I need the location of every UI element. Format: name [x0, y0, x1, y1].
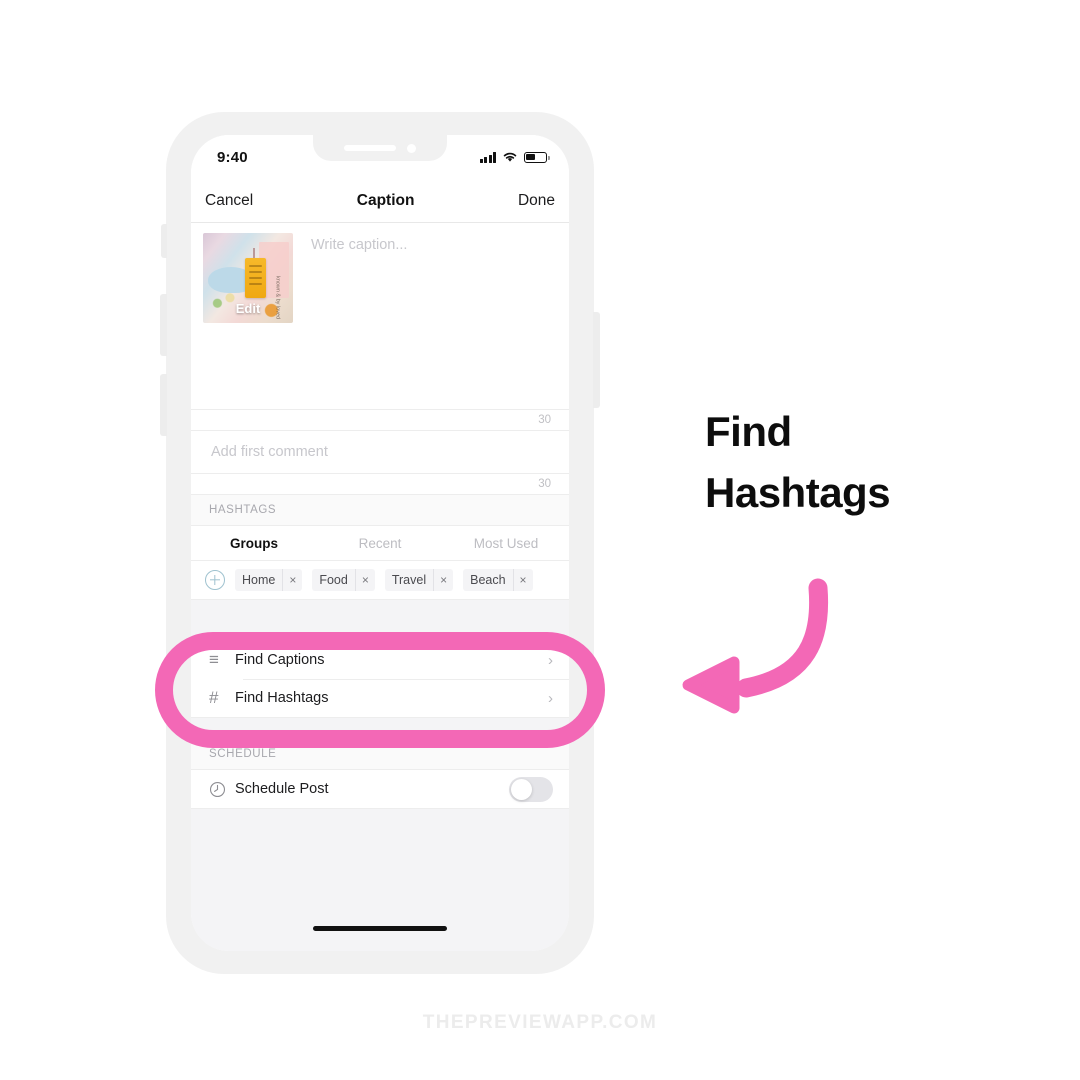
find-hashtags-label: Find Hashtags	[235, 690, 329, 706]
tab-most-used[interactable]: Most Used	[443, 536, 569, 551]
post-thumbnail[interactable]: known & by loved Edit	[203, 233, 293, 323]
schedule-post-toggle[interactable]	[509, 776, 553, 802]
caption-input[interactable]: Write caption...	[293, 233, 557, 409]
chevron-right-icon: ›	[548, 689, 553, 707]
phone-screen: 9:40 Cancel Caption Done known & by love…	[191, 135, 569, 951]
caption-char-counter: 30	[191, 409, 569, 431]
hashtags-section-label: HASHTAGS	[191, 495, 569, 525]
close-icon[interactable]: ×	[282, 569, 302, 591]
signal-bars-icon	[479, 151, 496, 163]
close-icon[interactable]: ×	[433, 569, 453, 591]
find-captions-label: Find Captions	[235, 652, 325, 668]
schedule-post-label: Schedule Post	[235, 781, 329, 797]
front-camera-icon	[407, 143, 416, 153]
chip-travel[interactable]: Travel ×	[384, 569, 454, 591]
chip-home[interactable]: Home ×	[235, 569, 303, 591]
hashtag-tabs: Groups Recent Most Used	[191, 525, 569, 561]
poster-canvas: 9:40 Cancel Caption Done known & by love…	[0, 0, 1080, 1080]
caption-section: known & by loved Edit Write caption...	[191, 223, 569, 409]
plus-circle-icon[interactable]	[205, 570, 225, 590]
phone-mute-switch	[161, 224, 167, 258]
chip-food[interactable]: Food ×	[312, 569, 375, 591]
battery-icon	[524, 151, 550, 163]
watermark: THEPREVIEWAPP.COM	[422, 1012, 658, 1033]
schedule-section-label: SCHEDULE	[191, 739, 569, 769]
chip-beach[interactable]: Beach ×	[463, 569, 533, 591]
status-icons	[479, 151, 550, 163]
tab-groups[interactable]: Groups	[191, 536, 317, 551]
done-button[interactable]: Done	[518, 192, 555, 210]
hash-icon: #	[209, 688, 219, 707]
hashtag-group-chips: Home × Food × Travel × Beach ×	[191, 561, 569, 599]
navigation-bar: Cancel Caption Done	[191, 179, 569, 223]
chip-label: Home	[242, 573, 276, 587]
schedule-post-row[interactable]: Schedule Post	[191, 769, 569, 809]
clock-icon	[209, 781, 235, 798]
first-comment-input[interactable]: Add first comment	[191, 431, 569, 473]
lines-icon: ≡	[209, 650, 219, 669]
section-spacer	[191, 599, 569, 641]
find-captions-row[interactable]: ≡ Find Captions ›	[191, 641, 569, 679]
close-icon[interactable]: ×	[354, 569, 375, 591]
phone-volume-up-button	[160, 294, 167, 356]
phone-power-button	[593, 312, 600, 408]
phone-notch	[313, 135, 447, 161]
chip-label: Food	[319, 573, 348, 587]
curved-arrow-left-icon	[682, 578, 829, 714]
tab-recent[interactable]: Recent	[317, 536, 443, 551]
chip-label: Beach	[470, 573, 506, 587]
earpiece-speaker-icon	[344, 145, 396, 151]
chip-label: Travel	[391, 573, 427, 587]
chevron-right-icon: ›	[548, 651, 553, 669]
close-icon[interactable]: ×	[512, 569, 533, 591]
phone-mockup-frame: 9:40 Cancel Caption Done known & by love…	[160, 112, 600, 974]
page-title: Caption	[356, 191, 415, 209]
section-spacer	[191, 717, 569, 739]
headline-line-1: Find	[705, 408, 792, 455]
headline-line-2: Hashtags	[705, 468, 891, 516]
find-hashtags-row[interactable]: # Find Hashtags ›	[191, 679, 569, 717]
home-indicator[interactable]	[313, 926, 447, 931]
wifi-icon	[503, 152, 517, 162]
status-time: 9:40	[217, 148, 248, 166]
comment-char-counter: 30	[191, 473, 569, 495]
cancel-button[interactable]: Cancel	[205, 192, 253, 210]
edit-thumbnail-button[interactable]: Edit	[203, 293, 293, 323]
annotation-headline: Find Hashtags	[705, 402, 891, 524]
phone-volume-down-button	[160, 374, 167, 436]
